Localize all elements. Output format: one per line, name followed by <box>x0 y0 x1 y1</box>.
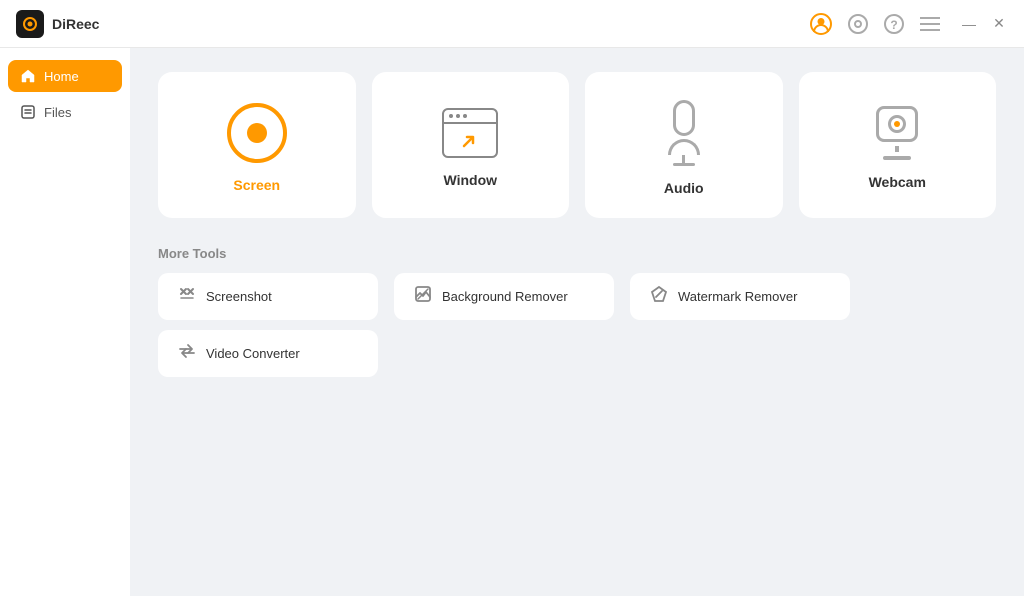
app-name: DiReec <box>52 16 99 32</box>
more-tools-section: More Tools <box>158 246 996 377</box>
app-logo-icon <box>23 17 37 31</box>
app-logo <box>16 10 44 38</box>
watermark-remover-icon <box>650 285 668 308</box>
audio-icon <box>668 100 700 166</box>
sidebar-item-files[interactable]: Files <box>8 96 122 128</box>
audio-card[interactable]: Audio <box>585 72 783 218</box>
background-remover-icon <box>414 285 432 308</box>
svg-text:?: ? <box>890 18 897 32</box>
main-content: Screen <box>130 48 1024 596</box>
webcam-label: Webcam <box>869 174 926 190</box>
main-layout: Home Files Screen <box>0 48 1024 596</box>
recording-cards: Screen <box>158 72 996 218</box>
menu-icon[interactable] <box>920 17 940 31</box>
close-button[interactable]: ✕ <box>990 15 1008 33</box>
background-remover-button[interactable]: Background Remover <box>394 273 614 320</box>
video-converter-icon <box>178 342 196 365</box>
screen-label: Screen <box>233 177 280 193</box>
screenshot-label: Screenshot <box>206 289 272 304</box>
window-card[interactable]: Window <box>372 72 570 218</box>
titlebar: DiReec ? <box>0 0 1024 48</box>
background-remover-label: Background Remover <box>442 289 568 304</box>
help-icon[interactable]: ? <box>884 14 904 34</box>
sidebar-item-home[interactable]: Home <box>8 60 122 92</box>
titlebar-left: DiReec <box>16 10 99 38</box>
sidebar-home-label: Home <box>44 69 79 84</box>
watermark-remover-button[interactable]: Watermark Remover <box>630 273 850 320</box>
tools-row-2: Video Converter <box>158 330 996 377</box>
window-icon <box>442 108 498 158</box>
screen-card[interactable]: Screen <box>158 72 356 218</box>
watermark-remover-label: Watermark Remover <box>678 289 797 304</box>
home-icon <box>20 68 36 84</box>
user-icon[interactable] <box>810 13 832 35</box>
screenshot-button[interactable]: Screenshot <box>158 273 378 320</box>
screenshot-icon <box>178 285 196 308</box>
window-label: Window <box>443 172 497 188</box>
settings-icon[interactable] <box>848 14 868 34</box>
titlebar-right: ? — ✕ <box>810 13 1008 35</box>
webcam-icon <box>876 106 918 160</box>
sidebar-files-label: Files <box>44 105 71 120</box>
video-converter-button[interactable]: Video Converter <box>158 330 378 377</box>
screen-icon-dot <box>247 123 267 143</box>
window-controls: — ✕ <box>960 15 1008 33</box>
webcam-card[interactable]: Webcam <box>799 72 997 218</box>
sidebar: Home Files <box>0 48 130 596</box>
tools-row-1: Screenshot Background Remover <box>158 273 996 320</box>
screen-icon <box>227 103 287 163</box>
video-converter-label: Video Converter <box>206 346 300 361</box>
minimize-button[interactable]: — <box>960 15 978 33</box>
more-tools-title: More Tools <box>158 246 996 261</box>
files-icon <box>20 104 36 120</box>
audio-label: Audio <box>664 180 704 196</box>
tools-grid: Screenshot Background Remover <box>158 273 996 377</box>
